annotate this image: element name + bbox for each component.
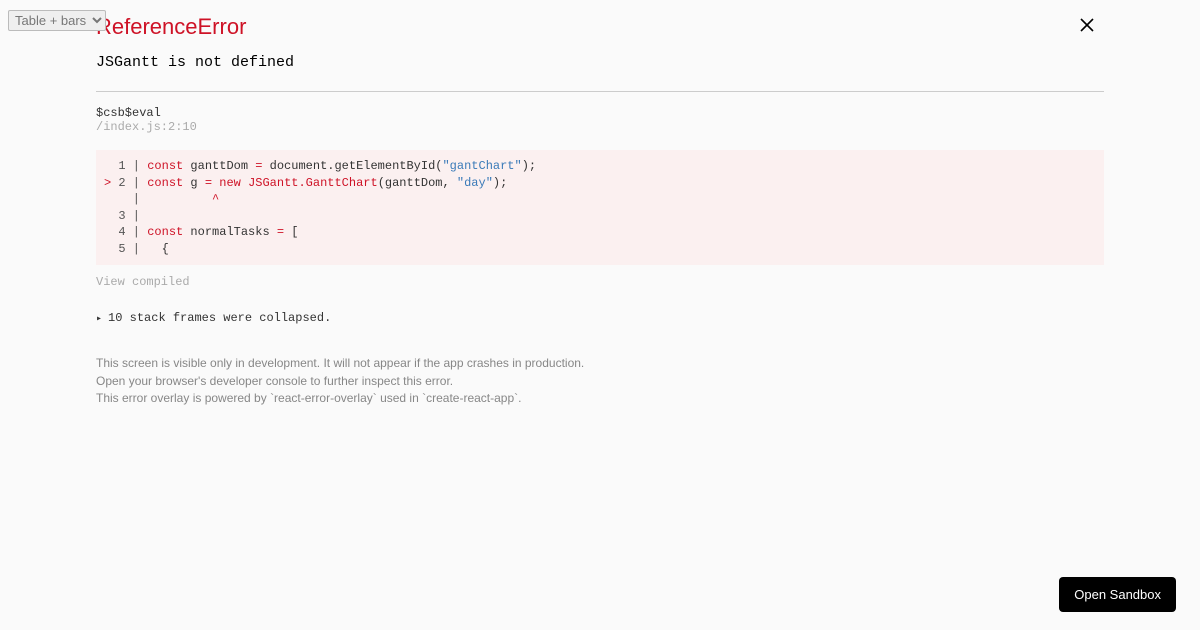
error-content: ReferenceError JSGantt is not defined $c… (0, 0, 1200, 407)
code-line-caret: | ^ (104, 191, 1096, 208)
footer-line: Open your browser's developer console to… (96, 373, 1104, 390)
footer-line: This error overlay is powered by `react-… (96, 390, 1104, 407)
source-label: $csb$eval (96, 106, 1104, 120)
stack-frames-toggle[interactable]: 10 stack frames were collapsed. (96, 311, 1104, 325)
code-line: 4 | const normalTasks = [ (104, 224, 1096, 241)
source-location: /index.js:2:10 (96, 120, 1104, 134)
footer-note: This screen is visible only in developme… (96, 355, 1104, 407)
close-icon[interactable] (1080, 18, 1094, 32)
code-block: 1 | const ganttDom = document.getElement… (96, 150, 1104, 265)
open-sandbox-button[interactable]: Open Sandbox (1059, 577, 1176, 612)
code-line: 1 | const ganttDom = document.getElement… (104, 158, 1096, 175)
view-mode-dropdown[interactable]: Table + bars (8, 10, 106, 31)
error-overlay: ReferenceError JSGantt is not defined $c… (0, 0, 1200, 630)
view-mode-dropdown-wrapper: Table + bars (8, 10, 106, 31)
error-message: JSGantt is not defined (96, 54, 1104, 71)
error-title: ReferenceError (96, 14, 1104, 40)
code-line: 5 | { (104, 241, 1096, 258)
code-line-error: > 2 | const g = new JSGantt.GanttChart(g… (104, 175, 1096, 192)
view-compiled-link[interactable]: View compiled (96, 275, 1104, 289)
footer-line: This screen is visible only in developme… (96, 355, 1104, 372)
divider (96, 91, 1104, 92)
code-line: 3 | (104, 208, 1096, 225)
